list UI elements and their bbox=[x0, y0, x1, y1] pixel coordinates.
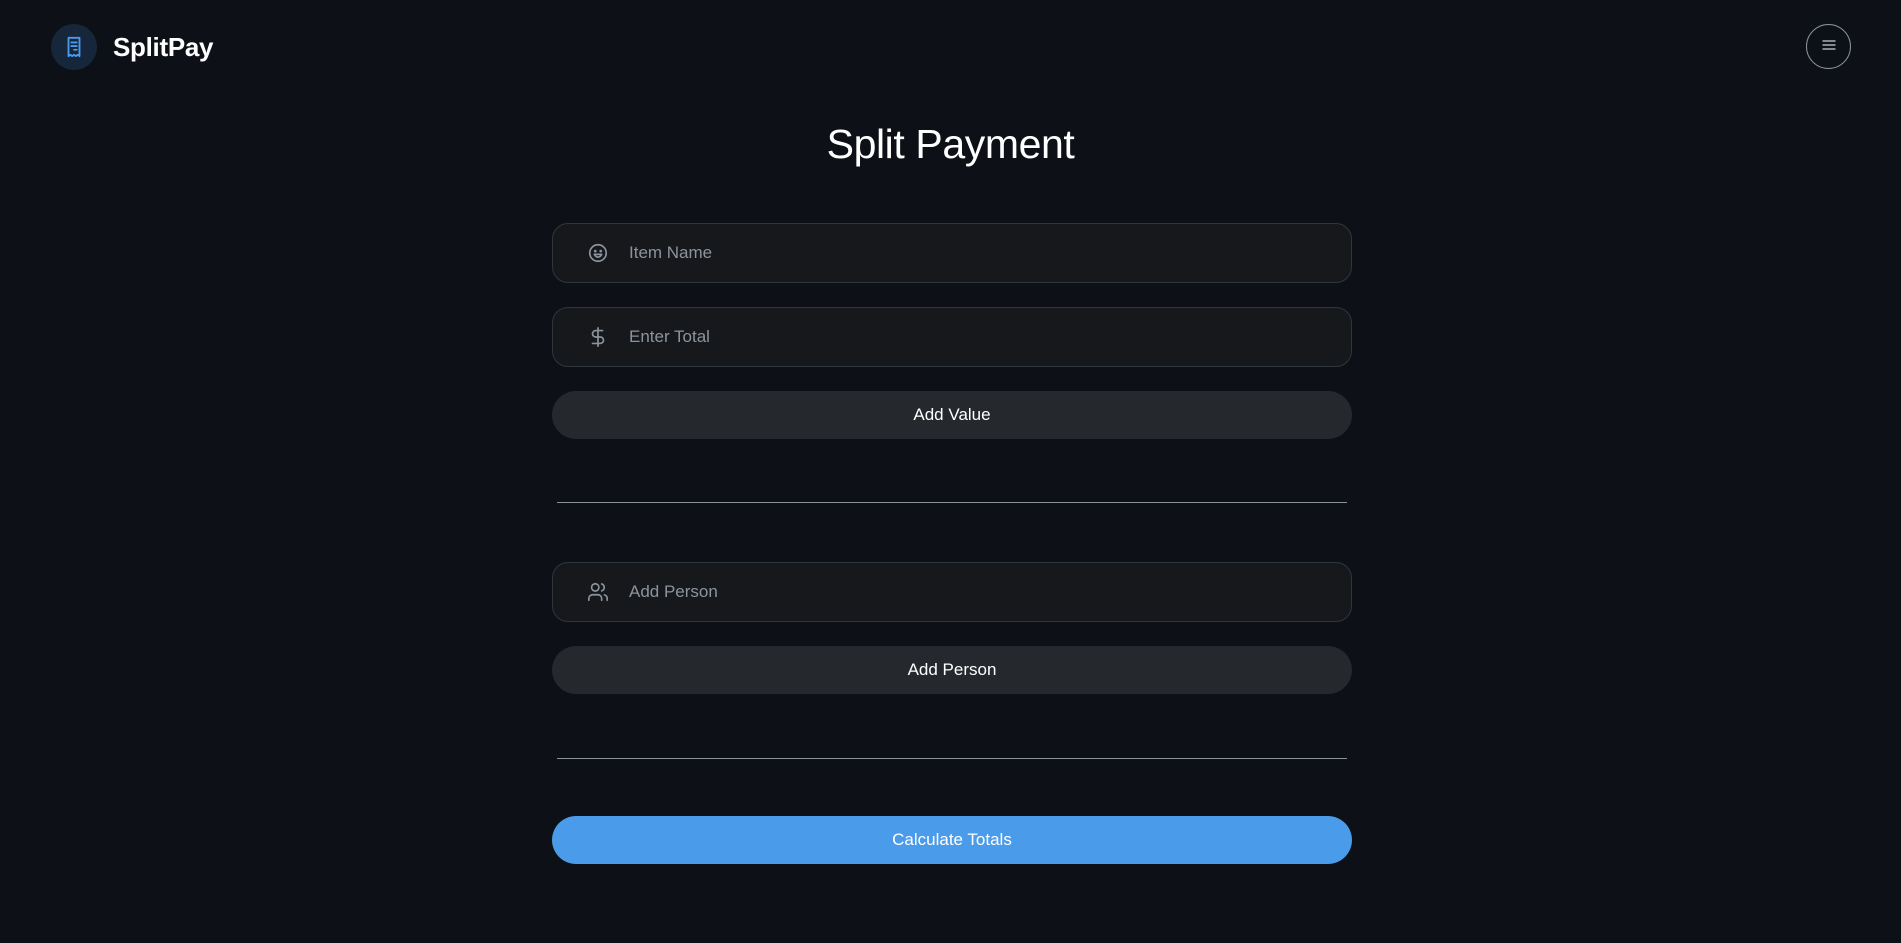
item-name-input[interactable] bbox=[629, 224, 1351, 282]
smile-icon bbox=[586, 241, 610, 265]
section-divider bbox=[557, 758, 1347, 759]
logo[interactable]: SplitPay bbox=[51, 24, 214, 70]
item-name-field[interactable] bbox=[552, 223, 1352, 283]
brand-name: SplitPay bbox=[113, 31, 214, 62]
add-value-button[interactable]: Add Value bbox=[552, 391, 1352, 439]
menu-button[interactable] bbox=[1806, 24, 1851, 69]
person-input[interactable] bbox=[629, 563, 1351, 621]
add-person-button[interactable]: Add Person bbox=[552, 646, 1352, 694]
total-input[interactable] bbox=[629, 308, 1351, 366]
person-field[interactable] bbox=[552, 562, 1352, 622]
hamburger-menu-icon bbox=[1821, 37, 1837, 56]
section-divider bbox=[557, 502, 1347, 503]
dollar-icon bbox=[586, 325, 610, 349]
app-header: SplitPay bbox=[0, 0, 1901, 94]
calculate-totals-button[interactable]: Calculate Totals bbox=[552, 816, 1352, 864]
total-field[interactable] bbox=[552, 307, 1352, 367]
receipt-icon bbox=[51, 24, 97, 70]
page-title: Split Payment bbox=[826, 121, 1075, 167]
users-icon bbox=[586, 580, 610, 604]
